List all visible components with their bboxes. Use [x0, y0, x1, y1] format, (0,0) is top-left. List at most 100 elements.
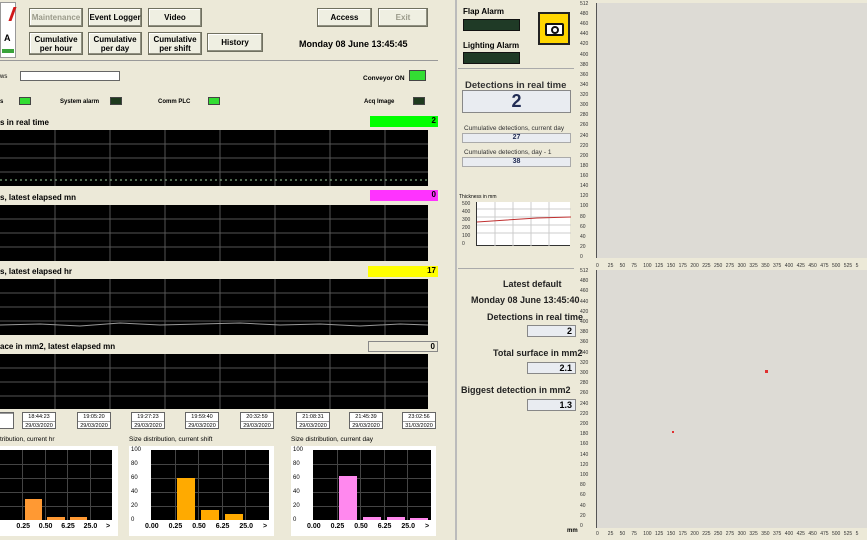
graph-minute-grid — [0, 205, 428, 261]
image-x-tick-bottom: 300 — [737, 531, 746, 537]
histogram-bar — [47, 516, 65, 520]
thickness-tick: 400 — [462, 209, 471, 215]
divider — [0, 60, 438, 61]
histogram-x-tick: 6.25 — [61, 523, 75, 530]
conveyor-label: Conveyor ON — [363, 75, 405, 82]
grid-line — [22, 450, 24, 520]
image-x-tick-top: 175 — [678, 263, 687, 269]
strip-value-surface-text: 0 — [430, 342, 435, 351]
graph-hour — [0, 279, 428, 335]
image-x-tick-top: 425 — [796, 263, 805, 269]
det-rt-value: 2 — [527, 325, 576, 337]
image-y-tick-bottom: 440 — [580, 298, 589, 305]
histogram-0: 0.25 0.50 6.25 25.0 > — [0, 446, 118, 536]
image-y-tick-bottom: 240 — [580, 400, 589, 407]
cumulative-shift-button[interactable]: Cumulative per shift — [148, 32, 202, 55]
lighting-alarm-label: Lighting Alarm — [463, 41, 520, 50]
image-x-tick-top: 400 — [784, 263, 794, 269]
cum-day1-label: Cumulative detections, day - 1 — [464, 149, 552, 156]
timeline-entry — [0, 412, 14, 429]
image-x-tick-top: 25 — [607, 263, 614, 269]
image-y-tick-top: 300 — [580, 102, 589, 109]
image-x-tick-bottom: 500 — [832, 531, 841, 537]
image-x-tick-bottom: 5 — [855, 531, 859, 537]
timeline-date: 29/03/2020 — [241, 421, 273, 430]
image-x-tick-top: 200 — [690, 263, 699, 269]
image-x-tick-bottom: 100 — [643, 531, 652, 537]
access-button[interactable]: Access — [317, 8, 372, 27]
thickness-tick: 300 — [462, 217, 471, 223]
timeline-date: 29/03/2020 — [78, 421, 110, 430]
histogram-y-tick: 100 — [131, 447, 142, 453]
image-y-tick-top: 40 — [580, 233, 586, 240]
image-x-tick-bottom: 225 — [702, 531, 711, 537]
image-x-tick-bottom: 425 — [796, 531, 805, 537]
camera-button[interactable] — [538, 12, 570, 45]
image-y-tick-bottom: 260 — [580, 390, 589, 397]
image-y-tick-top: 20 — [580, 243, 586, 250]
conveyor-led — [409, 70, 426, 81]
image-y-tick-bottom: 320 — [580, 359, 589, 366]
image-y-tick-bottom: 480 — [580, 278, 589, 285]
acq-image-label: Acq Image — [364, 99, 395, 105]
image-x-tick-top: 150 — [666, 263, 676, 269]
image-y-tick-top: 340 — [580, 81, 589, 88]
camera-image-top[interactable] — [597, 3, 867, 258]
histogram-bar — [224, 514, 243, 520]
image-x-tick-bottom: 0 — [596, 531, 599, 537]
event-logger-button[interactable]: Event Logger — [88, 8, 142, 27]
detections-realtime-value-text: 2 — [511, 91, 522, 111]
image-y-tick-top: 80 — [580, 213, 586, 220]
image-y-tick-top: 180 — [580, 162, 589, 169]
image-axis-line-bottom — [596, 270, 597, 528]
image-axis-line-top — [596, 3, 597, 258]
strip-value-minute: 0 — [370, 190, 438, 201]
image-x-tick-bottom: 75 — [631, 531, 637, 537]
image-x-tick-bottom: 125 — [655, 531, 664, 537]
logo: A — [0, 2, 17, 58]
image-x-tick-bottom: 350 — [761, 531, 770, 537]
camera-image-bottom[interactable] — [597, 270, 867, 528]
image-y-tick-top: 60 — [580, 223, 586, 230]
histogram-x-tick: 0.25 — [330, 523, 345, 530]
image-x-tick-top: 375 — [773, 263, 782, 269]
timeline-entry: 23:02:56 31/03/2020 — [402, 412, 436, 429]
histogram-y-tick: 40 — [131, 489, 138, 495]
timeline-entry: 19:27:23 29/03/2020 — [131, 412, 165, 429]
grid-line — [221, 450, 223, 520]
histogram-bar — [386, 516, 405, 520]
surface-label: Total surface in mm2 — [493, 348, 583, 358]
timeline-entry: 19:59:40 29/03/2020 — [185, 412, 219, 429]
grid-line — [151, 506, 269, 507]
image-y-tick-bottom: 512 — [580, 268, 589, 274]
exit-button[interactable]: Exit — [378, 8, 428, 27]
image-y-tick-bottom: 220 — [580, 410, 589, 417]
news-field[interactable] — [20, 71, 120, 81]
logo-letter: A — [4, 33, 11, 43]
cum-day-value-text: 27 — [512, 134, 521, 141]
image-y-tick-top: 160 — [580, 173, 589, 180]
image-x-tick-top: 225 — [702, 263, 711, 269]
image-x-tick-top: 300 — [737, 263, 746, 269]
image-y-tick-bottom: 80 — [580, 482, 586, 489]
graph-surface — [0, 354, 428, 409]
history-button[interactable]: History — [207, 33, 263, 52]
flap-alarm-label: Flap Alarm — [463, 7, 505, 16]
histogram-y-tick: 80 — [131, 461, 138, 467]
histogram-y-tick: 60 — [131, 475, 138, 481]
timeline-entry: 18:44:23 29/03/2020 — [22, 412, 56, 429]
strip-value-realtime: 2 — [370, 116, 438, 127]
cumulative-hour-button[interactable]: Cumulative per hour — [29, 32, 83, 55]
cumulative-day-button[interactable]: Cumulative per day — [88, 32, 142, 55]
histogram-1: 100 80 60 40 20 0 0.00 0.25 0.50 6.25 25.0 > — [129, 446, 274, 536]
right-divider-1 — [458, 68, 574, 69]
thickness-tick: 500 — [462, 201, 471, 207]
maintenance-button[interactable]: Maintenance — [29, 8, 83, 27]
video-button[interactable]: Video — [148, 8, 202, 27]
thickness-graph — [476, 202, 572, 246]
histogram-x-tick: 0.25 — [16, 523, 31, 530]
detection-marker — [765, 370, 768, 373]
detection-marker — [672, 431, 674, 433]
histogram-y-tick: 0 — [131, 517, 135, 523]
acq-image-led — [413, 97, 425, 105]
